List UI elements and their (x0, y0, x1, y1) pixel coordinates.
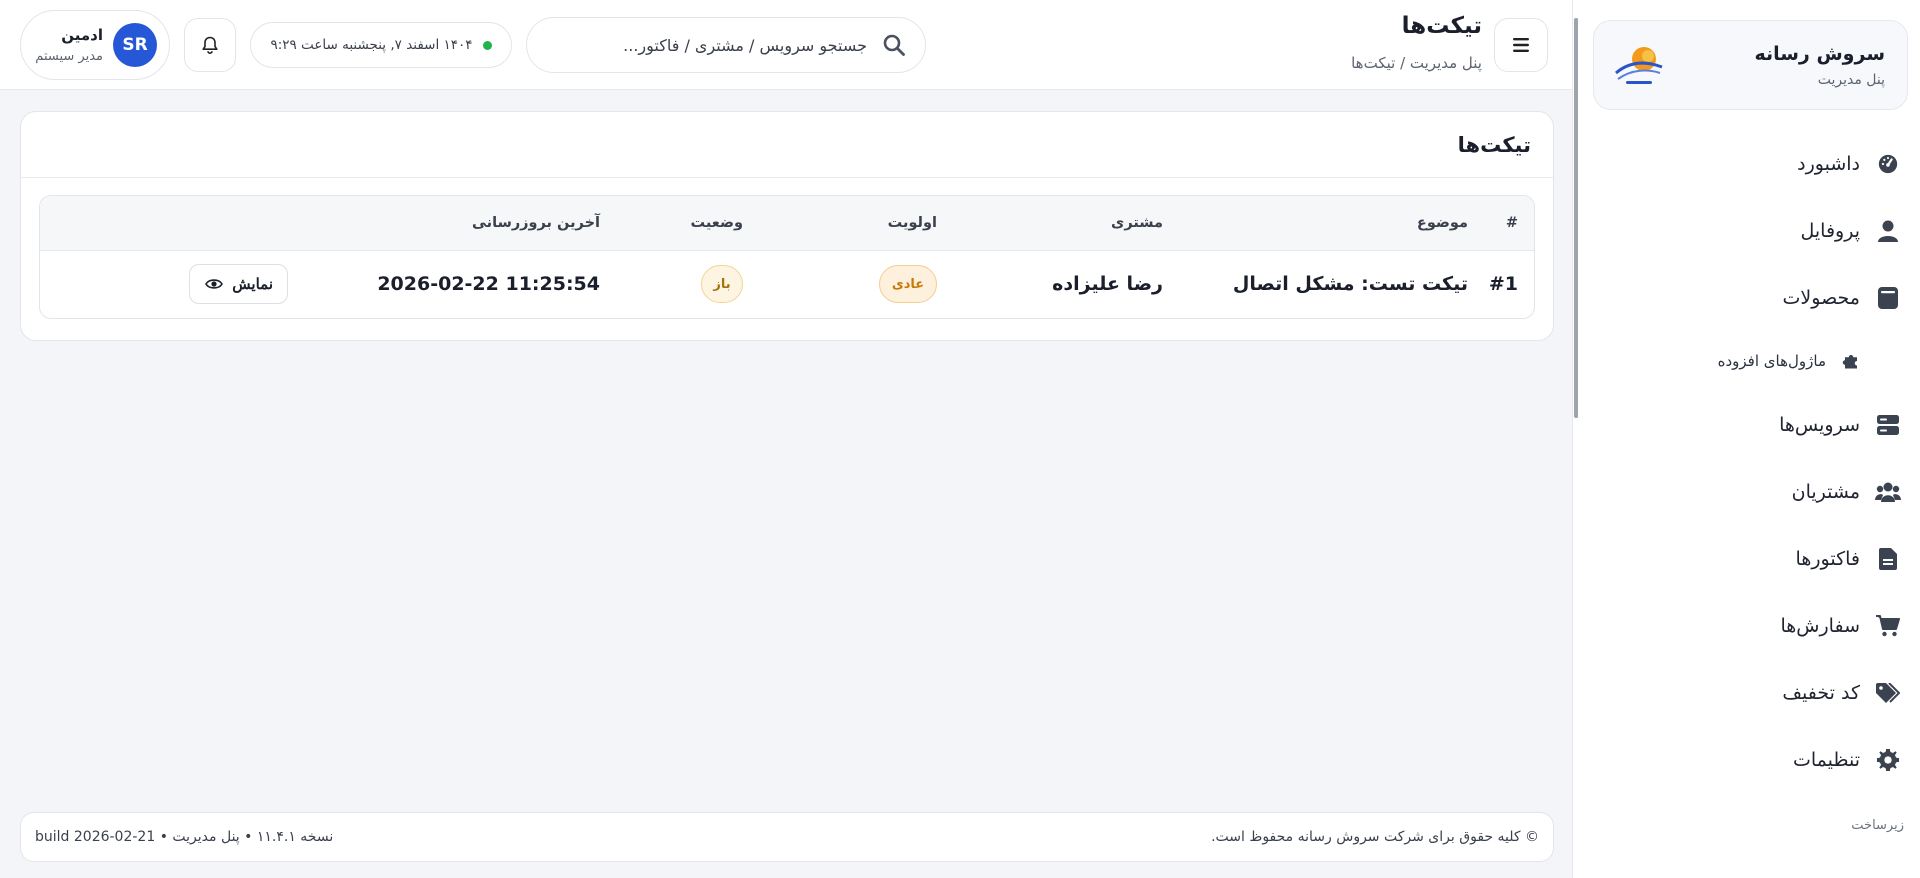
ticket-id: #1 (1488, 273, 1518, 296)
file-invoice-icon (1874, 545, 1902, 573)
search-input[interactable] (545, 34, 869, 56)
column-header-status: وضعیت (600, 196, 743, 251)
view-ticket-button[interactable]: نمایش (189, 264, 288, 305)
footer-copyright: © کلیه حقوق برای شرکت سروش رسانه محفوظ ا… (1211, 829, 1539, 845)
sidebar-item-label: محصولات (1782, 286, 1860, 309)
sidebar-item-label: فاکتورها (1795, 547, 1860, 570)
ticket-updated: 2026-02-22 11:25:54 (377, 273, 600, 296)
server-icon (1874, 411, 1902, 439)
column-header-priority: اولویت (743, 196, 937, 251)
sidebar-item-services[interactable]: سرویس‌ها (1573, 391, 1920, 458)
column-header-customer: مشتری (937, 196, 1163, 251)
ticket-actions-cell: نمایش (40, 250, 312, 318)
hamburger-icon (1513, 38, 1529, 52)
sidebar-item-invoices[interactable]: فاکتورها (1573, 525, 1920, 592)
column-header-updated: آخرین بروزرسانی (312, 196, 600, 251)
sidebar-item-label: تنظیمات (1792, 748, 1860, 771)
page-title: تیکت‌ها (1401, 13, 1482, 39)
table-header-row: # موضوع مشتری اولویت وضعیت آخرین بروزرسا… (40, 196, 1534, 251)
breadcrumb: پنل مدیریت / تیکت‌ها (1351, 54, 1482, 72)
footer: نسخه ۱۱.۴.۱ • پنل مدیریت • build 2026-02… (20, 812, 1554, 862)
user-menu[interactable]: SR ادمین مدیر سیستم (20, 10, 170, 80)
sidebar: سروش رسانه پنل مدیریت داشبورد پروفایل مح… (1572, 0, 1920, 878)
sidebar-item-settings[interactable]: تنظیمات (1573, 726, 1920, 793)
tickets-table: # موضوع مشتری اولویت وضعیت آخرین بروزرسا… (40, 196, 1534, 318)
user-icon (1874, 217, 1902, 245)
menu-toggle-button[interactable] (1494, 18, 1548, 72)
ticket-subject: تیکت تست: مشکل اتصال (1232, 273, 1468, 296)
ticket-priority-cell: عادی (743, 250, 937, 318)
tickets-card: تیکت‌ها # موضوع مشتری اولویت وضعیت آخرین… (20, 111, 1554, 341)
column-header-subject: موضوع (1163, 196, 1468, 251)
sidebar-item-addon-modules[interactable]: ماژول‌های افزوده (1573, 331, 1920, 391)
datetime-pill: ۱۴۰۴ اسفند ۷, پنجشنبه ساعت ۹:۲۹ (250, 22, 512, 68)
sidebar-item-discount-code[interactable]: کد تخفیف (1573, 659, 1920, 726)
bell-icon (202, 36, 218, 54)
footer-version: نسخه ۱۱.۴.۱ • پنل مدیریت • build 2026-02… (35, 829, 334, 845)
sidebar-item-label: پروفایل (1800, 219, 1861, 242)
sidebar-item-customers[interactable]: مشتریان (1573, 458, 1920, 525)
main-scrollbar[interactable] (1574, 18, 1578, 418)
brand-card[interactable]: سروش رسانه پنل مدیریت (1593, 20, 1908, 110)
users-icon (1874, 478, 1902, 506)
sidebar-item-orders[interactable]: سفارش‌ها (1573, 592, 1920, 659)
user-name: ادمین (61, 26, 103, 44)
brand-title: سروش رسانه (1754, 43, 1885, 65)
brand-text: سروش رسانه پنل مدیریت (1754, 42, 1885, 88)
tags-icon (1874, 679, 1902, 707)
sidebar-item-products[interactable]: محصولات (1573, 264, 1920, 331)
sidebar-item-label: سرویس‌ها (1779, 413, 1860, 436)
avatar: SR (113, 23, 157, 67)
sidebar-item-label: کد تخفیف (1782, 681, 1860, 704)
sidebar-nav: داشبورد پروفایل محصولات ماژول‌های افزوده… (1573, 130, 1920, 793)
priority-badge: عادی (879, 265, 937, 304)
eye-icon (204, 274, 224, 294)
user-role: مدیر سیستم (35, 49, 103, 64)
search-box (526, 17, 926, 73)
tickets-table-wrapper: # موضوع مشتری اولویت وضعیت آخرین بروزرسا… (39, 195, 1535, 319)
table-row: #1 تیکت تست: مشکل اتصال رضا علیزاده عادی… (40, 250, 1534, 318)
ticket-status-cell: باز (600, 250, 743, 318)
sidebar-item-label: داشبورد (1797, 152, 1860, 175)
ticket-customer: رضا علیزاده (1052, 273, 1163, 296)
puzzle-icon (1840, 350, 1862, 372)
sidebar-section-label: زیرساخت (1851, 818, 1904, 833)
user-info: ادمین مدیر سیستم (35, 26, 103, 64)
gauge-icon (1874, 150, 1902, 178)
card-title: تیکت‌ها (1457, 132, 1531, 157)
cart-icon (1874, 612, 1902, 640)
sidebar-item-profile[interactable]: پروفایل (1573, 197, 1920, 264)
online-status-dot (482, 40, 492, 50)
sidebar-item-label: مشتریان (1791, 480, 1860, 503)
brand-subtitle: پنل مدیریت (1817, 72, 1885, 88)
datetime-text: ۱۴۰۴ اسفند ۷, پنجشنبه ساعت ۹:۲۹ (270, 37, 473, 53)
gear-icon (1874, 746, 1902, 774)
box-icon (1874, 284, 1902, 312)
status-badge: باز (701, 265, 743, 304)
topbar: تیکت‌ها پنل مدیریت / تیکت‌ها ۱۴۰۴ اسفند … (0, 0, 1572, 90)
column-header-actions (40, 196, 312, 251)
card-header: تیکت‌ها (21, 112, 1553, 178)
view-button-label: نمایش (232, 276, 273, 294)
search-icon (881, 32, 907, 58)
sidebar-item-label: ماژول‌های افزوده (1717, 352, 1826, 370)
notifications-button[interactable] (184, 18, 236, 72)
sidebar-item-label: سفارش‌ها (1780, 614, 1861, 637)
sidebar-item-dashboard[interactable]: داشبورد (1573, 130, 1920, 197)
column-header-id: # (1468, 196, 1518, 251)
brand-logo-icon (1610, 37, 1666, 93)
